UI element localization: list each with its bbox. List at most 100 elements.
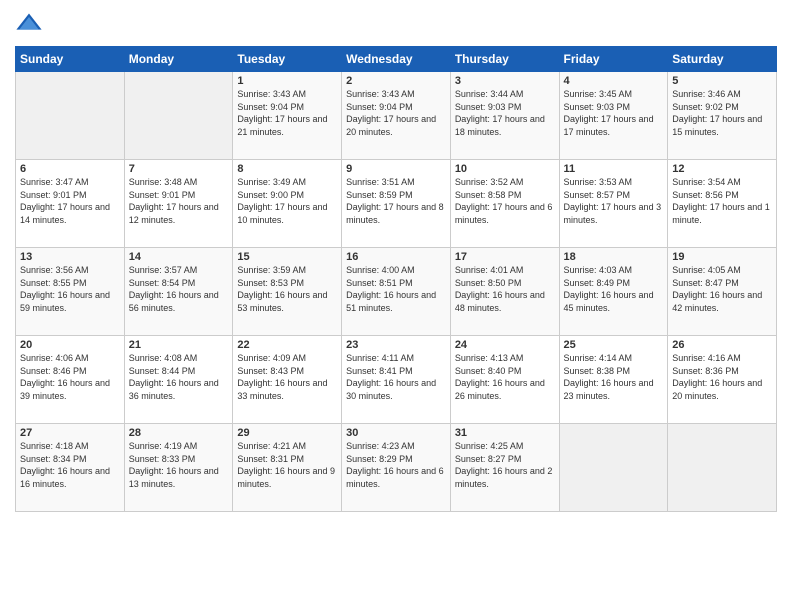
calendar-cell: 3Sunrise: 3:44 AMSunset: 9:03 PMDaylight… xyxy=(450,72,559,160)
week-row-2: 6Sunrise: 3:47 AMSunset: 9:01 PMDaylight… xyxy=(16,160,777,248)
calendar-cell: 4Sunrise: 3:45 AMSunset: 9:03 PMDaylight… xyxy=(559,72,668,160)
calendar-cell: 16Sunrise: 4:00 AMSunset: 8:51 PMDayligh… xyxy=(342,248,451,336)
cell-details: Sunrise: 3:48 AMSunset: 9:01 PMDaylight:… xyxy=(129,176,229,226)
day-number: 16 xyxy=(346,251,446,263)
day-header-saturday: Saturday xyxy=(668,47,777,72)
cell-details: Sunrise: 4:06 AMSunset: 8:46 PMDaylight:… xyxy=(20,352,120,402)
week-row-4: 20Sunrise: 4:06 AMSunset: 8:46 PMDayligh… xyxy=(16,336,777,424)
day-number: 21 xyxy=(129,339,229,351)
calendar-cell: 14Sunrise: 3:57 AMSunset: 8:54 PMDayligh… xyxy=(124,248,233,336)
header xyxy=(15,10,777,38)
cell-details: Sunrise: 3:43 AMSunset: 9:04 PMDaylight:… xyxy=(237,88,337,138)
calendar-cell: 5Sunrise: 3:46 AMSunset: 9:02 PMDaylight… xyxy=(668,72,777,160)
day-number: 28 xyxy=(129,427,229,439)
cell-details: Sunrise: 3:47 AMSunset: 9:01 PMDaylight:… xyxy=(20,176,120,226)
day-number: 10 xyxy=(455,163,555,175)
calendar-cell: 22Sunrise: 4:09 AMSunset: 8:43 PMDayligh… xyxy=(233,336,342,424)
day-number: 18 xyxy=(564,251,664,263)
calendar-cell xyxy=(668,424,777,512)
cell-details: Sunrise: 3:53 AMSunset: 8:57 PMDaylight:… xyxy=(564,176,664,226)
day-number: 29 xyxy=(237,427,337,439)
logo-icon xyxy=(15,10,43,38)
calendar-cell: 13Sunrise: 3:56 AMSunset: 8:55 PMDayligh… xyxy=(16,248,125,336)
cell-details: Sunrise: 3:56 AMSunset: 8:55 PMDaylight:… xyxy=(20,264,120,314)
cell-details: Sunrise: 4:25 AMSunset: 8:27 PMDaylight:… xyxy=(455,440,555,490)
cell-details: Sunrise: 3:45 AMSunset: 9:03 PMDaylight:… xyxy=(564,88,664,138)
calendar-cell: 24Sunrise: 4:13 AMSunset: 8:40 PMDayligh… xyxy=(450,336,559,424)
calendar-cell: 1Sunrise: 3:43 AMSunset: 9:04 PMDaylight… xyxy=(233,72,342,160)
day-header-monday: Monday xyxy=(124,47,233,72)
week-row-5: 27Sunrise: 4:18 AMSunset: 8:34 PMDayligh… xyxy=(16,424,777,512)
day-number: 15 xyxy=(237,251,337,263)
cell-details: Sunrise: 4:11 AMSunset: 8:41 PMDaylight:… xyxy=(346,352,446,402)
day-number: 2 xyxy=(346,75,446,87)
day-headers-row: SundayMondayTuesdayWednesdayThursdayFrid… xyxy=(16,47,777,72)
cell-details: Sunrise: 4:19 AMSunset: 8:33 PMDaylight:… xyxy=(129,440,229,490)
cell-details: Sunrise: 3:46 AMSunset: 9:02 PMDaylight:… xyxy=(672,88,772,138)
day-number: 27 xyxy=(20,427,120,439)
day-header-sunday: Sunday xyxy=(16,47,125,72)
cell-details: Sunrise: 4:01 AMSunset: 8:50 PMDaylight:… xyxy=(455,264,555,314)
calendar-cell: 26Sunrise: 4:16 AMSunset: 8:36 PMDayligh… xyxy=(668,336,777,424)
calendar-cell: 23Sunrise: 4:11 AMSunset: 8:41 PMDayligh… xyxy=(342,336,451,424)
week-row-3: 13Sunrise: 3:56 AMSunset: 8:55 PMDayligh… xyxy=(16,248,777,336)
calendar-cell: 21Sunrise: 4:08 AMSunset: 8:44 PMDayligh… xyxy=(124,336,233,424)
day-number: 1 xyxy=(237,75,337,87)
day-number: 7 xyxy=(129,163,229,175)
cell-details: Sunrise: 4:14 AMSunset: 8:38 PMDaylight:… xyxy=(564,352,664,402)
day-header-friday: Friday xyxy=(559,47,668,72)
day-number: 31 xyxy=(455,427,555,439)
calendar-cell: 15Sunrise: 3:59 AMSunset: 8:53 PMDayligh… xyxy=(233,248,342,336)
day-number: 30 xyxy=(346,427,446,439)
calendar-cell: 2Sunrise: 3:43 AMSunset: 9:04 PMDaylight… xyxy=(342,72,451,160)
calendar-table: SundayMondayTuesdayWednesdayThursdayFrid… xyxy=(15,46,777,512)
day-number: 25 xyxy=(564,339,664,351)
day-number: 20 xyxy=(20,339,120,351)
calendar-cell: 7Sunrise: 3:48 AMSunset: 9:01 PMDaylight… xyxy=(124,160,233,248)
cell-details: Sunrise: 4:16 AMSunset: 8:36 PMDaylight:… xyxy=(672,352,772,402)
cell-details: Sunrise: 4:13 AMSunset: 8:40 PMDaylight:… xyxy=(455,352,555,402)
day-number: 24 xyxy=(455,339,555,351)
day-number: 4 xyxy=(564,75,664,87)
calendar-cell: 25Sunrise: 4:14 AMSunset: 8:38 PMDayligh… xyxy=(559,336,668,424)
cell-details: Sunrise: 3:49 AMSunset: 9:00 PMDaylight:… xyxy=(237,176,337,226)
day-header-wednesday: Wednesday xyxy=(342,47,451,72)
cell-details: Sunrise: 4:09 AMSunset: 8:43 PMDaylight:… xyxy=(237,352,337,402)
cell-details: Sunrise: 4:18 AMSunset: 8:34 PMDaylight:… xyxy=(20,440,120,490)
day-number: 8 xyxy=(237,163,337,175)
cell-details: Sunrise: 3:52 AMSunset: 8:58 PMDaylight:… xyxy=(455,176,555,226)
cell-details: Sunrise: 3:51 AMSunset: 8:59 PMDaylight:… xyxy=(346,176,446,226)
cell-details: Sunrise: 3:54 AMSunset: 8:56 PMDaylight:… xyxy=(672,176,772,226)
day-number: 22 xyxy=(237,339,337,351)
cell-details: Sunrise: 4:05 AMSunset: 8:47 PMDaylight:… xyxy=(672,264,772,314)
cell-details: Sunrise: 4:00 AMSunset: 8:51 PMDaylight:… xyxy=(346,264,446,314)
cell-details: Sunrise: 3:57 AMSunset: 8:54 PMDaylight:… xyxy=(129,264,229,314)
cell-details: Sunrise: 3:44 AMSunset: 9:03 PMDaylight:… xyxy=(455,88,555,138)
calendar-cell: 11Sunrise: 3:53 AMSunset: 8:57 PMDayligh… xyxy=(559,160,668,248)
calendar-cell: 30Sunrise: 4:23 AMSunset: 8:29 PMDayligh… xyxy=(342,424,451,512)
calendar-cell xyxy=(124,72,233,160)
week-row-1: 1Sunrise: 3:43 AMSunset: 9:04 PMDaylight… xyxy=(16,72,777,160)
cell-details: Sunrise: 4:08 AMSunset: 8:44 PMDaylight:… xyxy=(129,352,229,402)
calendar-cell: 6Sunrise: 3:47 AMSunset: 9:01 PMDaylight… xyxy=(16,160,125,248)
day-number: 3 xyxy=(455,75,555,87)
calendar-cell: 20Sunrise: 4:06 AMSunset: 8:46 PMDayligh… xyxy=(16,336,125,424)
cell-details: Sunrise: 3:43 AMSunset: 9:04 PMDaylight:… xyxy=(346,88,446,138)
day-number: 6 xyxy=(20,163,120,175)
calendar-cell: 29Sunrise: 4:21 AMSunset: 8:31 PMDayligh… xyxy=(233,424,342,512)
calendar-cell: 17Sunrise: 4:01 AMSunset: 8:50 PMDayligh… xyxy=(450,248,559,336)
logo xyxy=(15,10,47,38)
calendar-cell: 9Sunrise: 3:51 AMSunset: 8:59 PMDaylight… xyxy=(342,160,451,248)
day-number: 9 xyxy=(346,163,446,175)
calendar-cell: 19Sunrise: 4:05 AMSunset: 8:47 PMDayligh… xyxy=(668,248,777,336)
day-header-thursday: Thursday xyxy=(450,47,559,72)
calendar-cell: 10Sunrise: 3:52 AMSunset: 8:58 PMDayligh… xyxy=(450,160,559,248)
day-header-tuesday: Tuesday xyxy=(233,47,342,72)
calendar-cell xyxy=(16,72,125,160)
cell-details: Sunrise: 4:21 AMSunset: 8:31 PMDaylight:… xyxy=(237,440,337,490)
day-number: 11 xyxy=(564,163,664,175)
cell-details: Sunrise: 4:03 AMSunset: 8:49 PMDaylight:… xyxy=(564,264,664,314)
calendar-cell: 28Sunrise: 4:19 AMSunset: 8:33 PMDayligh… xyxy=(124,424,233,512)
calendar-cell: 18Sunrise: 4:03 AMSunset: 8:49 PMDayligh… xyxy=(559,248,668,336)
day-number: 14 xyxy=(129,251,229,263)
